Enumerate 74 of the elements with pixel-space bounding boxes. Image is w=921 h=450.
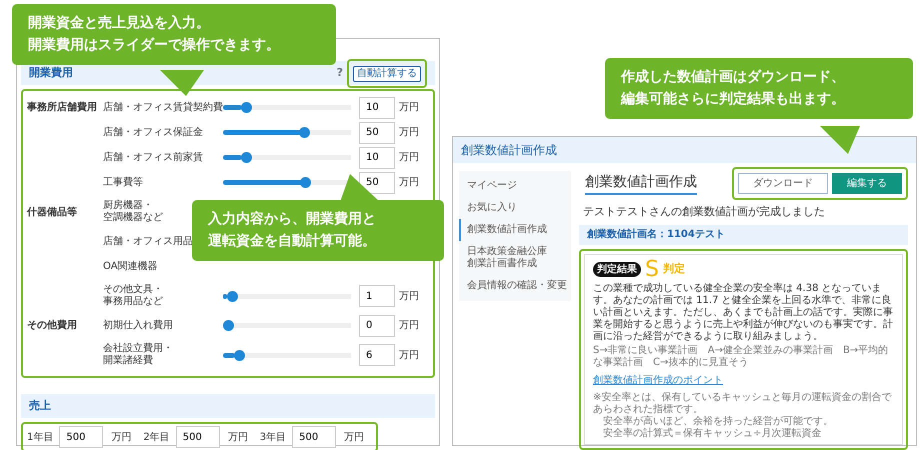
callout-text: 運転資金を自動計算可能。 bbox=[208, 232, 376, 252]
help-mark: ? bbox=[336, 64, 343, 81]
completion-message: テストテストさんの創業数値計画が完成しました bbox=[583, 204, 826, 220]
result-text: この業種で成功している健全企業の安全率は 4.38 となっています。あなたの計画では 11.7 と健全企業を上回る水準で、非常に良い計画といえます。ただし、あくまでも計画上の話です。実際に事業を開始すると思うように売上や利益が伸びないのも事実です。計画に沿った経営ができるように取り組みましょう。 bbox=[593, 282, 894, 344]
callout-text: 編集可能さらに判定結果も出ます。 bbox=[621, 90, 845, 110]
unit-label: 万円 bbox=[399, 101, 419, 115]
amount-field[interactable]: 50 bbox=[359, 122, 395, 144]
unit-label: 万円 bbox=[111, 430, 132, 444]
grade-letter: S bbox=[645, 258, 659, 280]
unit-label: 万円 bbox=[344, 430, 364, 444]
unit-label: 万円 bbox=[228, 430, 248, 444]
note-text: 安全率が高いほど、余裕を持った経営が可能です。 bbox=[602, 416, 834, 428]
note-text: ※安全率とは、保有しているキャッシュと毎月の運転資金の割合であらわされた指標です。 bbox=[593, 392, 892, 416]
download-button[interactable]: ダウンロード bbox=[738, 173, 828, 194]
callout-text: 作成した数値計画はダウンロード、 bbox=[621, 68, 845, 87]
grade-label: 判定 bbox=[662, 261, 685, 278]
unit-label: 万円 bbox=[399, 126, 419, 140]
unit-label: 万円 bbox=[399, 319, 419, 333]
sidebar-item[interactable]: マイページ bbox=[459, 175, 571, 197]
sidebar-item[interactable]: 日本政策金融公庫 創業計画書作成 bbox=[459, 241, 571, 275]
amount-field[interactable]: 50 bbox=[359, 172, 395, 194]
amount-field[interactable]: 500 bbox=[292, 426, 336, 448]
item-label: 会社設立費用・ 開業諸経費 bbox=[103, 343, 173, 367]
auto-calc-button[interactable]: 自動計算する bbox=[353, 66, 421, 82]
grade-scale: S→非常に良い事業計画 A→健全企業並みの事業計画 B→平均的な事業計画 C→抜本的に見直そう bbox=[593, 345, 890, 370]
amount-field[interactable]: 500 bbox=[176, 426, 220, 448]
category-label: その他費用 bbox=[27, 320, 77, 331]
item-label: 店舗・オフィス保証金 bbox=[103, 126, 203, 138]
section-title: 売上 bbox=[29, 398, 51, 414]
item-label: 工事費等 bbox=[103, 176, 143, 188]
amount-field[interactable]: 1 bbox=[359, 285, 395, 307]
category-label: 什器備品等 bbox=[27, 206, 77, 218]
unit-label: 万円 bbox=[399, 290, 419, 304]
unit-label: 万円 bbox=[399, 151, 419, 165]
amount-field[interactable]: 10 bbox=[359, 96, 395, 118]
callout-text: 開業資金と売上見込を入力。 bbox=[28, 14, 210, 33]
window-title: 創業数値計画作成 bbox=[461, 142, 557, 159]
result-badge: 判定結果 bbox=[593, 262, 641, 277]
year-label: 2年目 bbox=[143, 430, 170, 444]
sidebar-item[interactable]: お気に入り bbox=[459, 197, 571, 219]
amount-field[interactable]: 500 bbox=[59, 426, 104, 448]
item-label: OA関連機器 bbox=[103, 260, 158, 272]
callout-text: 開業費用はスライダーで操作できます。 bbox=[28, 36, 280, 56]
year-label: 3年目 bbox=[260, 430, 286, 444]
item-label: 店舗・オフィス賃貸契約費 bbox=[103, 102, 223, 114]
amount-field[interactable]: 10 bbox=[359, 146, 395, 168]
tips-link[interactable]: 創業数値計画作成のポイント bbox=[593, 373, 723, 388]
note-text: 安全率の計算式＝保有キャッシュ÷月次運転資金 bbox=[602, 428, 822, 440]
edit-button[interactable]: 編集する bbox=[832, 173, 902, 194]
slider-thumb[interactable] bbox=[234, 350, 245, 360]
slider-thumb[interactable] bbox=[223, 320, 234, 331]
slider-thumb[interactable] bbox=[300, 177, 312, 188]
slider-track[interactable] bbox=[223, 320, 351, 331]
callout-text: 入力内容から、開業費用と bbox=[208, 210, 376, 229]
amount-field[interactable]: 6 bbox=[359, 344, 395, 366]
slider-thumb[interactable] bbox=[226, 290, 238, 302]
item-label: 店舗・オフィス前家賃 bbox=[103, 152, 203, 164]
slider-thumb[interactable] bbox=[240, 152, 252, 163]
amount-field[interactable]: 0 bbox=[359, 314, 395, 336]
unit-label: 万円 bbox=[399, 176, 419, 190]
slider-thumb[interactable] bbox=[299, 127, 310, 138]
page-heading: 創業数値計画作成 bbox=[585, 172, 697, 195]
section-title: 開業費用 bbox=[29, 64, 73, 81]
category-label: 事務所店舗費用 bbox=[27, 102, 97, 113]
item-label: 厨房機器・ 空調機器など bbox=[103, 200, 163, 224]
callout-tail bbox=[820, 126, 860, 154]
year-label: 1年目 bbox=[27, 430, 54, 444]
slider-thumb[interactable] bbox=[240, 102, 252, 113]
plan-name: 創業数値計画名：1104テスト bbox=[587, 228, 725, 242]
item-label: 初期仕入れ費用 bbox=[103, 320, 173, 332]
sidebar-item[interactable]: 会員情報の確認・変更 bbox=[459, 275, 571, 297]
item-label: その他文具・ 事務用品など bbox=[103, 284, 163, 308]
sidebar-item[interactable]: 創業数値計画作成 bbox=[459, 219, 571, 241]
unit-label: 万円 bbox=[399, 348, 419, 362]
